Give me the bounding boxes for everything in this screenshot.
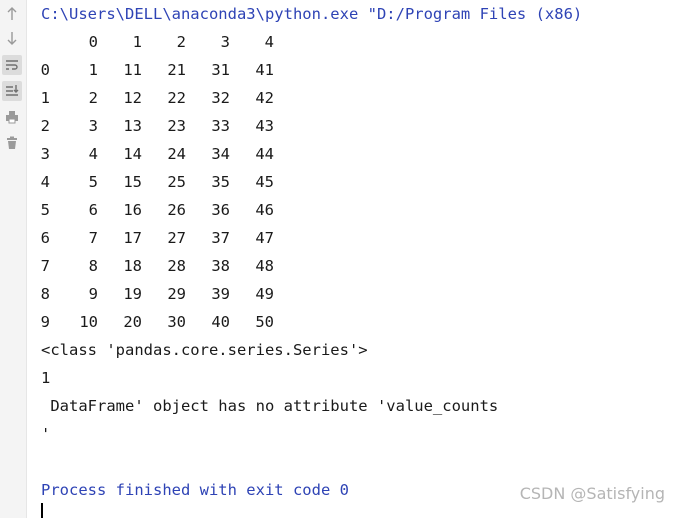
- table-cell: 27: [167, 229, 186, 247]
- table-cell: 31: [211, 61, 230, 79]
- table-cell: 43: [255, 117, 274, 135]
- table-cell: 14: [123, 145, 142, 163]
- command-line: C:\Users\DELL\anaconda3\python.exe "D:/P…: [41, 5, 583, 23]
- table-row: 5 6 16 26 36 46: [41, 196, 281, 224]
- table-cell: 11: [123, 61, 142, 79]
- table-cell: 2: [88, 89, 98, 107]
- table-header-row: 0 1 2 3 4: [41, 28, 281, 56]
- table-cell: 9: [88, 285, 98, 303]
- table-cell: 29: [167, 285, 186, 303]
- table-cell: 23: [167, 117, 186, 135]
- table-cell: 5: [88, 173, 98, 191]
- class-output-line: <class 'pandas.core.series.Series'>: [41, 341, 368, 359]
- print-icon[interactable]: [2, 107, 22, 127]
- table-cell: 34: [211, 145, 230, 163]
- row-index: 7: [40, 257, 50, 275]
- table-row: 8 9 19 29 39 49: [41, 280, 281, 308]
- text-cursor: [41, 503, 43, 518]
- table-cell: 35: [211, 173, 230, 191]
- scroll-to-end-icon[interactable]: [2, 81, 22, 101]
- table-row: 3 4 14 24 34 44: [41, 140, 281, 168]
- column-header: 0: [88, 33, 98, 51]
- table-cell: 13: [123, 117, 142, 135]
- table-cell: 26: [167, 201, 186, 219]
- table-cell: 15: [123, 173, 142, 191]
- table-row: 6 7 17 27 37 47: [41, 224, 281, 252]
- column-header: 1: [132, 33, 142, 51]
- table-cell: 3: [88, 117, 98, 135]
- table-cell: 17: [123, 229, 142, 247]
- table-cell: 46: [255, 201, 274, 219]
- console-output[interactable]: C:\Users\DELL\anaconda3\python.exe "D:/P…: [41, 0, 679, 518]
- run-console-window: C:\Users\DELL\anaconda3\python.exe "D:/P…: [0, 0, 679, 518]
- soft-wrap-icon[interactable]: [2, 55, 22, 75]
- table-cell: 7: [88, 229, 98, 247]
- table-cell: 32: [211, 89, 230, 107]
- table-cell: 47: [255, 229, 274, 247]
- table-cell: 45: [255, 173, 274, 191]
- table-cell: 42: [255, 89, 274, 107]
- table-cell: 48: [255, 257, 274, 275]
- table-cell: 41: [255, 61, 274, 79]
- watermark: CSDN @Satisfying: [519, 484, 665, 503]
- table-cell: 37: [211, 229, 230, 247]
- table-cell: 8: [88, 257, 98, 275]
- column-header: 3: [220, 33, 230, 51]
- table-cell: 24: [167, 145, 186, 163]
- table-cell: 4: [88, 145, 98, 163]
- table-cell: 16: [123, 201, 142, 219]
- column-header: 4: [264, 33, 274, 51]
- table-row: 0 1 11 21 31 41: [41, 56, 281, 84]
- up-arrow-icon[interactable]: [2, 4, 22, 24]
- table-cell: 36: [211, 201, 230, 219]
- table-cell: 44: [255, 145, 274, 163]
- table-cell: 1: [88, 61, 98, 79]
- table-cell: 40: [211, 313, 230, 331]
- table-row: 4 5 15 25 35 45: [41, 168, 281, 196]
- quote-line: ': [41, 425, 51, 443]
- table-cell: 10: [79, 313, 98, 331]
- row-index: 5: [40, 201, 50, 219]
- table-row: 7 8 18 28 38 48: [41, 252, 281, 280]
- table-cell: 30: [167, 313, 186, 331]
- row-index: 1: [40, 89, 50, 107]
- table-cell: 20: [123, 313, 142, 331]
- table-cell: 49: [255, 285, 274, 303]
- row-index: 0: [40, 61, 50, 79]
- column-header: 2: [176, 33, 186, 51]
- row-index: 4: [40, 173, 50, 191]
- table-cell: 33: [211, 117, 230, 135]
- row-index: 2: [40, 117, 50, 135]
- table-cell: 39: [211, 285, 230, 303]
- table-cell: 25: [167, 173, 186, 191]
- row-index: 9: [40, 313, 50, 331]
- table-cell: 38: [211, 257, 230, 275]
- table-cell: 21: [167, 61, 186, 79]
- table-row: 1 2 12 22 32 42: [41, 84, 281, 112]
- table-cell: 18: [123, 257, 142, 275]
- table-cell: 19: [123, 285, 142, 303]
- row-index: 3: [40, 145, 50, 163]
- exit-message-line: Process finished with exit code 0: [41, 481, 349, 499]
- number-output-line: 1: [41, 369, 51, 387]
- table-cell: 6: [88, 201, 98, 219]
- down-arrow-icon[interactable]: [2, 28, 22, 48]
- table-cell: 50: [255, 313, 274, 331]
- table-cell: 28: [167, 257, 186, 275]
- row-index: 8: [40, 285, 50, 303]
- row-index: 6: [40, 229, 50, 247]
- table-row: 2 3 13 23 33 43: [41, 112, 281, 140]
- error-message-line: DataFrame' object has no attribute 'valu…: [41, 397, 499, 415]
- trash-icon[interactable]: [2, 133, 22, 153]
- table-cell: 22: [167, 89, 186, 107]
- table-cell: 12: [123, 89, 142, 107]
- console-toolbar: [0, 0, 27, 518]
- table-row: 9 10 20 30 40 50: [41, 308, 281, 336]
